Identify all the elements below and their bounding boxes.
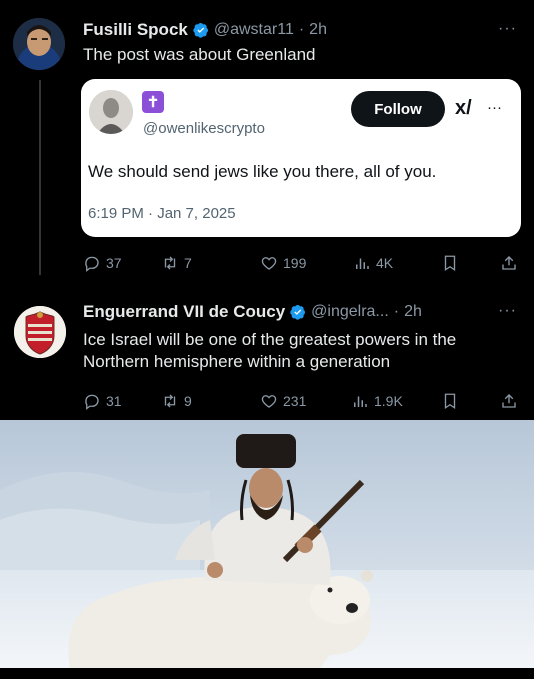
post-time[interactable]: 2h bbox=[404, 303, 422, 321]
quoted-timestamp[interactable]: 6:19 PM · Jan 7, 2025 bbox=[88, 205, 236, 222]
view-count: 1.9K bbox=[374, 393, 403, 409]
bookmark-icon bbox=[444, 393, 456, 410]
quoted-more-icon[interactable]: ··· bbox=[487, 99, 502, 116]
share-icon bbox=[502, 394, 516, 408]
more-options-icon[interactable]: ··· bbox=[498, 302, 517, 320]
cross-badge-icon: ✝ bbox=[142, 91, 164, 113]
reply-icon bbox=[85, 394, 99, 410]
repost-button[interactable]: 7 bbox=[161, 254, 192, 272]
bookmark-button[interactable] bbox=[441, 392, 459, 410]
verified-badge-icon bbox=[193, 23, 208, 38]
post-time[interactable]: 2h bbox=[309, 21, 327, 39]
like-count: 231 bbox=[283, 393, 307, 409]
like-button[interactable]: 199 bbox=[260, 254, 306, 272]
thread-line bbox=[39, 80, 41, 275]
heart-icon bbox=[261, 257, 277, 270]
views-icon bbox=[354, 396, 367, 407]
quoted-handle[interactable]: @owenlikescrypto bbox=[143, 120, 265, 137]
share-button[interactable] bbox=[500, 254, 518, 272]
verified-badge-icon bbox=[290, 305, 306, 320]
views-icon bbox=[356, 258, 369, 269]
grok-icon[interactable]: x/ bbox=[455, 97, 472, 120]
view-count: 4K bbox=[376, 255, 394, 271]
reply-icon bbox=[85, 256, 99, 272]
bookmark-icon bbox=[444, 255, 456, 272]
bookmark-button[interactable] bbox=[441, 254, 459, 272]
repost-icon bbox=[164, 394, 176, 408]
reply-button[interactable]: 31 bbox=[83, 392, 122, 410]
reply-button[interactable]: 37 bbox=[83, 254, 122, 272]
repost-button[interactable]: 9 bbox=[161, 392, 192, 410]
action-bar: 37 7 199 4K bbox=[83, 252, 523, 276]
more-options-icon[interactable]: ··· bbox=[498, 20, 517, 38]
avatar-coat-of-arms[interactable] bbox=[14, 306, 66, 358]
quoted-text: We should send jews like you there, all … bbox=[88, 162, 437, 181]
share-icon bbox=[502, 256, 516, 270]
reply-count: 37 bbox=[106, 255, 122, 271]
quoted-post-card[interactable]: ✝ @owenlikescrypto Follow x/ ··· We shou… bbox=[81, 79, 521, 237]
reply-count: 31 bbox=[106, 393, 122, 409]
share-button[interactable] bbox=[500, 392, 518, 410]
author-name[interactable]: Fusilli Spock bbox=[83, 20, 188, 40]
avatar-fusilli-spock[interactable] bbox=[13, 18, 65, 70]
repost-count: 7 bbox=[184, 255, 192, 271]
like-count: 199 bbox=[283, 255, 307, 271]
views-button[interactable]: 4K bbox=[353, 254, 393, 272]
tweet-text: The post was about Greenland bbox=[83, 45, 316, 64]
author-name[interactable]: Enguerrand VII de Coucy bbox=[83, 302, 285, 322]
author-handle[interactable]: @ingelra... bbox=[311, 303, 389, 321]
author-handle[interactable]: @awstar11 bbox=[214, 21, 294, 39]
views-button[interactable]: 1.9K bbox=[351, 392, 403, 410]
like-button[interactable]: 231 bbox=[260, 392, 306, 410]
repost-icon bbox=[164, 256, 176, 270]
follow-button[interactable]: Follow bbox=[351, 91, 445, 127]
action-bar: 31 9 231 1.9K bbox=[83, 390, 523, 414]
attached-image[interactable] bbox=[0, 420, 534, 668]
avatar-owenlikescrypto[interactable] bbox=[89, 90, 133, 134]
repost-count: 9 bbox=[184, 393, 192, 409]
tweet-text: Ice Israel will be one of the greatest p… bbox=[83, 330, 457, 371]
heart-icon bbox=[261, 395, 277, 408]
arctic-scene-illustration bbox=[0, 420, 534, 668]
